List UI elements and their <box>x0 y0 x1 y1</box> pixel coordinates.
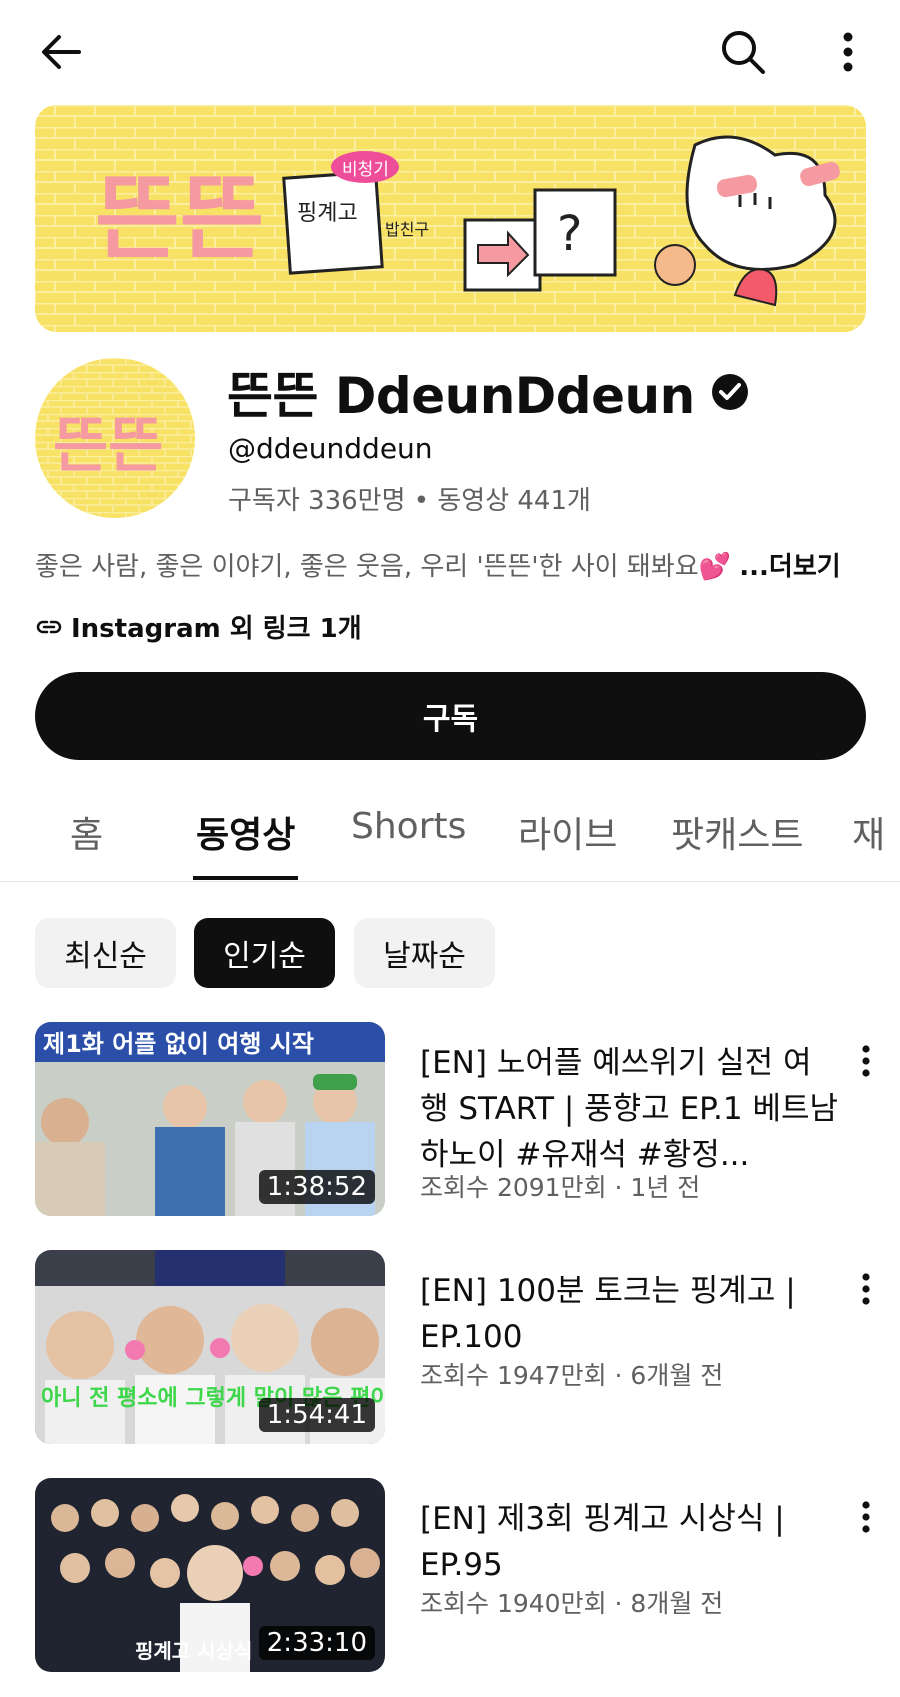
channel-name: 뜬뜬 DdeunDdeun <box>227 367 695 425</box>
search-icon <box>722 31 765 74</box>
video-thumbnail[interactable]: 아니 전 평소에 그렇게 말이 많은 편이 아니니까 1:54:41 <box>35 1250 385 1444</box>
channel-links[interactable]: Instagram 외 링크 1개 <box>35 608 362 645</box>
channel-description[interactable]: 좋은 사람, 좋은 이야기, 좋은 웃음, 우리 '뜬뜬'한 사이 돼봐요💕 .… <box>35 546 841 583</box>
active-tab-indicator <box>193 876 298 880</box>
more-vertical-icon <box>862 1501 870 1533</box>
channel-name-row: 뜬뜬 DdeunDdeun <box>227 356 749 428</box>
chip-date[interactable]: 날짜순 <box>354 918 495 988</box>
more-options-button[interactable] <box>812 16 884 88</box>
video-item[interactable]: 아니 전 평소에 그렇게 말이 많은 편이 아니니까 1:54:41 [EN] … <box>0 1250 900 1450</box>
video-item[interactable]: 제1화 어플 없이 여행 시작 1:38:52 [EN] 노어플 예쓰위기 실전… <box>0 1022 900 1222</box>
tab-shorts[interactable]: Shorts <box>351 790 466 882</box>
channel-avatar[interactable]: 뜬뜬 <box>35 358 195 518</box>
banner-card-text: 핑계고 <box>297 201 358 226</box>
video-more-button[interactable] <box>846 1492 886 1542</box>
tab-home[interactable]: 홈 <box>70 790 103 882</box>
banner-side-text: 밥친구 <box>385 220 429 239</box>
more-vertical-icon <box>843 32 853 72</box>
video-thumbnail[interactable]: 핑계고 시상식 2:33:10 <box>35 1478 385 1672</box>
avatar-artwork: 뜬뜬 <box>35 358 195 518</box>
back-button[interactable] <box>25 16 97 88</box>
arrow-left-icon <box>42 35 81 69</box>
tab-podcasts[interactable]: 팟캐스트 <box>671 790 803 882</box>
video-meta: 조회수 1947만회 · 6개월 전 <box>420 1361 724 1390</box>
banner-logo-text: 뜬뜬 <box>95 165 264 272</box>
channel-banner: 뜬뜬 핑계고 비청기 밥친구 ? <box>35 105 866 332</box>
chip-popular[interactable]: 인기순 <box>194 918 335 988</box>
tab-live[interactable]: 라이브 <box>518 790 617 882</box>
verified-badge-icon <box>711 374 748 410</box>
video-duration: 1:54:41 <box>258 1398 375 1432</box>
avatar-logo-text: 뜬뜬 <box>53 411 163 481</box>
video-thumbnail[interactable]: 제1화 어플 없이 여행 시작 1:38:52 <box>35 1022 385 1216</box>
video-duration: 1:38:52 <box>258 1170 375 1204</box>
video-duration: 2:33:10 <box>258 1626 375 1660</box>
thumbnail-caption: 제1화 어플 없이 여행 시작 <box>43 1030 314 1058</box>
banner-question-text: ? <box>557 206 582 262</box>
video-item[interactable]: 핑계고 시상식 2:33:10 [EN] 제3회 핑계고 시상식 | EP.95… <box>0 1478 900 1678</box>
more-vertical-icon <box>862 1273 870 1305</box>
subscribe-button[interactable]: 구독 <box>35 672 866 760</box>
banner-bubble-text: 비청기 <box>342 160 389 180</box>
thumbnail-caption: 핑계고 시상식 <box>135 1639 252 1663</box>
video-more-button[interactable] <box>846 1264 886 1314</box>
link-icon <box>36 620 62 633</box>
video-meta: 조회수 1940만회 · 8개월 전 <box>420 1589 724 1618</box>
tab-more-partial[interactable]: 재 <box>852 790 900 882</box>
video-more-button[interactable] <box>846 1036 886 1086</box>
description-more-link[interactable]: ...더보기 <box>739 552 840 582</box>
tab-videos[interactable]: 동영상 <box>196 790 295 882</box>
video-meta: 조회수 2091만회 · 1년 전 <box>420 1173 701 1202</box>
description-text: 좋은 사람, 좋은 이야기, 좋은 웃음, 우리 '뜬뜬'한 사이 돼봐요💕 <box>35 552 740 582</box>
banner-artwork: 뜬뜬 핑계고 비청기 밥친구 ? <box>35 105 866 332</box>
channel-handle: @ddeunddeun <box>228 432 433 465</box>
channel-tabs: 홈 동영상 Shorts 라이브 팟캐스트 재 <box>0 790 900 882</box>
search-button[interactable] <box>707 16 779 88</box>
links-label: Instagram 외 링크 1개 <box>71 614 362 644</box>
more-vertical-icon <box>862 1045 870 1077</box>
video-title[interactable]: [EN] 100분 토크는 핑계고 | EP.100 <box>420 1268 840 1360</box>
chip-latest[interactable]: 최신순 <box>35 918 176 988</box>
video-title[interactable]: [EN] 노어플 예쓰위기 실전 여행 START | 풍향고 EP.1 베트남… <box>420 1040 840 1178</box>
top-app-bar <box>0 0 900 104</box>
channel-stats: 구독자 336만명 • 동영상 441개 <box>228 486 591 516</box>
video-title[interactable]: [EN] 제3회 핑계고 시상식 | EP.95 <box>420 1496 840 1588</box>
